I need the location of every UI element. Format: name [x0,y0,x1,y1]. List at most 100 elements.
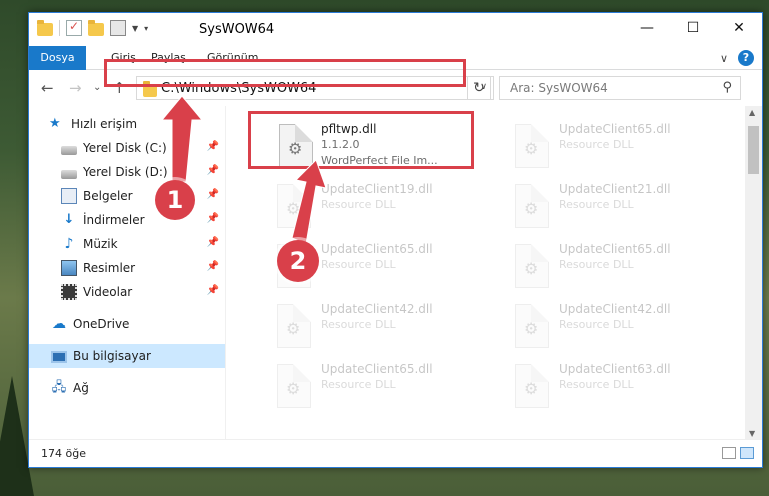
file-name: UpdateClient63.dll [559,362,671,376]
sidebar-item-pictures[interactable]: Resimler 📌 [29,256,225,280]
sidebar-item-quick-access[interactable]: ★ Hızlı erişim [49,112,225,136]
file-item[interactable]: ⚙ UpdateClient65.dll Resource DLL [487,234,717,290]
star-icon: ★ [49,116,61,131]
maximize-button[interactable]: ☐ [670,13,716,43]
gear-icon: ⚙ [286,199,301,218]
drive-icon [61,145,77,155]
search-input[interactable]: Ara: SysWOW64 [510,81,608,95]
file-description: Resource DLL [559,138,634,151]
gear-icon: ⚙ [286,379,301,398]
ribbon-right: ∨ ? [720,50,754,66]
scroll-up-icon[interactable]: ▲ [749,108,755,117]
scroll-down-icon[interactable]: ▼ [749,429,755,438]
file-item[interactable]: ⚙ UpdateClient21.dll Resource DLL [487,174,717,230]
gear-icon: ⚙ [286,319,301,338]
file-item[interactable]: ⚙ UpdateClient42.dll Resource DLL [487,294,717,350]
dll-file-icon: ⚙ [277,364,311,408]
window-controls: — ☐ ✕ [624,13,762,43]
file-name: UpdateClient21.dll [559,182,671,196]
new-folder-icon[interactable] [88,19,104,36]
gear-icon: ⚙ [524,379,539,398]
dll-file-icon: ⚙ [515,304,549,348]
sidebar-item-network[interactable]: 🖧 Ağ [29,376,225,400]
recent-locations-icon[interactable]: ⌄ [93,82,101,93]
pin-icon[interactable]: 📌 [207,213,219,224]
file-item[interactable]: ⚙ UpdateClient65.dll Resource DLL [487,114,717,170]
qat-menu-icon[interactable]: ▾ [144,24,148,33]
drive-icon [61,169,77,179]
file-name: UpdateClient19.dll [321,182,433,196]
file-item[interactable]: ⚙ UpdateClient63.dll Resource DLL [487,354,717,410]
file-item[interactable]: ⚙ UpdateClient19.dll Resource DLL [249,174,479,230]
computer-icon [51,351,67,363]
file-description: Resource DLL [559,318,634,331]
pin-icon[interactable]: 📌 [207,189,219,200]
documents-icon [61,188,77,204]
sidebar-item-onedrive[interactable]: ☁ OneDrive [29,312,225,336]
file-description: Resource DLL [321,378,396,391]
properties-check-icon[interactable] [66,19,82,36]
back-button[interactable]: ← [41,79,54,97]
sidebar-item-this-pc[interactable]: Bu bilgisayar [29,344,225,368]
separator [59,20,60,36]
sidebar-item-videos[interactable]: Videolar 📌 [29,280,225,304]
pin-icon[interactable]: 📌 [207,285,219,296]
dll-file-icon: ⚙ [515,124,549,168]
file-name: UpdateClient65.dll [559,122,671,136]
file-description: Resource DLL [559,258,634,271]
gear-icon: ⚙ [524,139,539,158]
large-icons-view-icon[interactable] [740,447,754,459]
search-box[interactable]: Ara: SysWOW64 ⚲ [499,76,741,100]
tab-dosya[interactable]: Dosya [29,46,86,70]
help-icon[interactable]: ? [738,50,754,66]
pictures-icon [61,260,77,276]
sidebar-item-music[interactable]: ♪ Müzik 📌 [29,232,225,256]
window-title: SysWOW64 [199,22,275,37]
pin-icon[interactable]: 📌 [207,261,219,272]
minimize-button[interactable]: — [624,13,670,43]
sidebar-item-local-disk-c[interactable]: Yerel Disk (C:) 📌 [29,136,225,160]
sidebar-item-label: Bu bilgisayar [73,349,151,363]
dll-file-icon: ⚙ [515,364,549,408]
folder-icon [37,19,53,36]
sidebar-item-label: İndirmeler [83,213,145,227]
navigation-pane: ★ Hızlı erişim Yerel Disk (C:) 📌 Yerel D… [29,106,225,440]
file-description: Resource DLL [321,258,396,271]
gear-icon: ⚙ [524,259,539,278]
dll-file-icon: ⚙ [277,304,311,348]
sidebar-item-label: Belgeler [83,189,133,203]
refresh-button[interactable]: ↻ [467,76,491,100]
sidebar-item-label: Yerel Disk (D:) [83,165,168,179]
dll-file-icon: ⚙ [277,184,311,228]
customize-icon[interactable] [110,20,126,36]
pin-icon[interactable]: 📌 [207,141,219,152]
sidebar-item-downloads[interactable]: ↓ İndirmeler 📌 [29,208,225,232]
file-name: UpdateClient42.dll [559,302,671,316]
sidebar-item-documents[interactable]: Belgeler 📌 [29,184,225,208]
details-view-icon[interactable] [722,447,736,459]
file-name: UpdateClient42.dll [321,302,433,316]
file-item[interactable]: ⚙ UpdateClient42.dll Resource DLL [249,294,479,350]
pin-icon[interactable]: 📌 [207,165,219,176]
music-icon: ♪ [64,236,74,252]
download-icon: ↓ [63,212,75,227]
search-icon[interactable]: ⚲ [722,80,732,95]
status-bar: 174 öğe [29,439,762,467]
title-bar: ▼ ▾ SysWOW64 — ☐ ✕ [29,13,762,45]
callout-1: 1 [155,180,195,220]
file-name: UpdateClient65.dll [321,362,433,376]
pin-icon[interactable]: 📌 [207,237,219,248]
sidebar-item-local-disk-d[interactable]: Yerel Disk (D:) 📌 [29,160,225,184]
ribbon-collapse-icon[interactable]: ∨ [720,52,728,65]
file-description: Resource DLL [321,198,396,211]
file-item[interactable]: ⚙ UpdateClient65.dll Resource DLL [249,354,479,410]
qat-dropdown-icon[interactable]: ▼ [132,24,138,33]
vertical-scrollbar[interactable]: ▲ ▼ [745,106,762,440]
sidebar-item-label: Hızlı erişim [71,117,138,131]
view-toggle [722,447,754,459]
forward-button[interactable]: → [69,79,82,97]
scroll-thumb[interactable] [748,126,759,174]
close-button[interactable]: ✕ [716,13,762,43]
file-name: UpdateClient65.dll [321,242,433,256]
cloud-icon: ☁ [52,316,66,332]
